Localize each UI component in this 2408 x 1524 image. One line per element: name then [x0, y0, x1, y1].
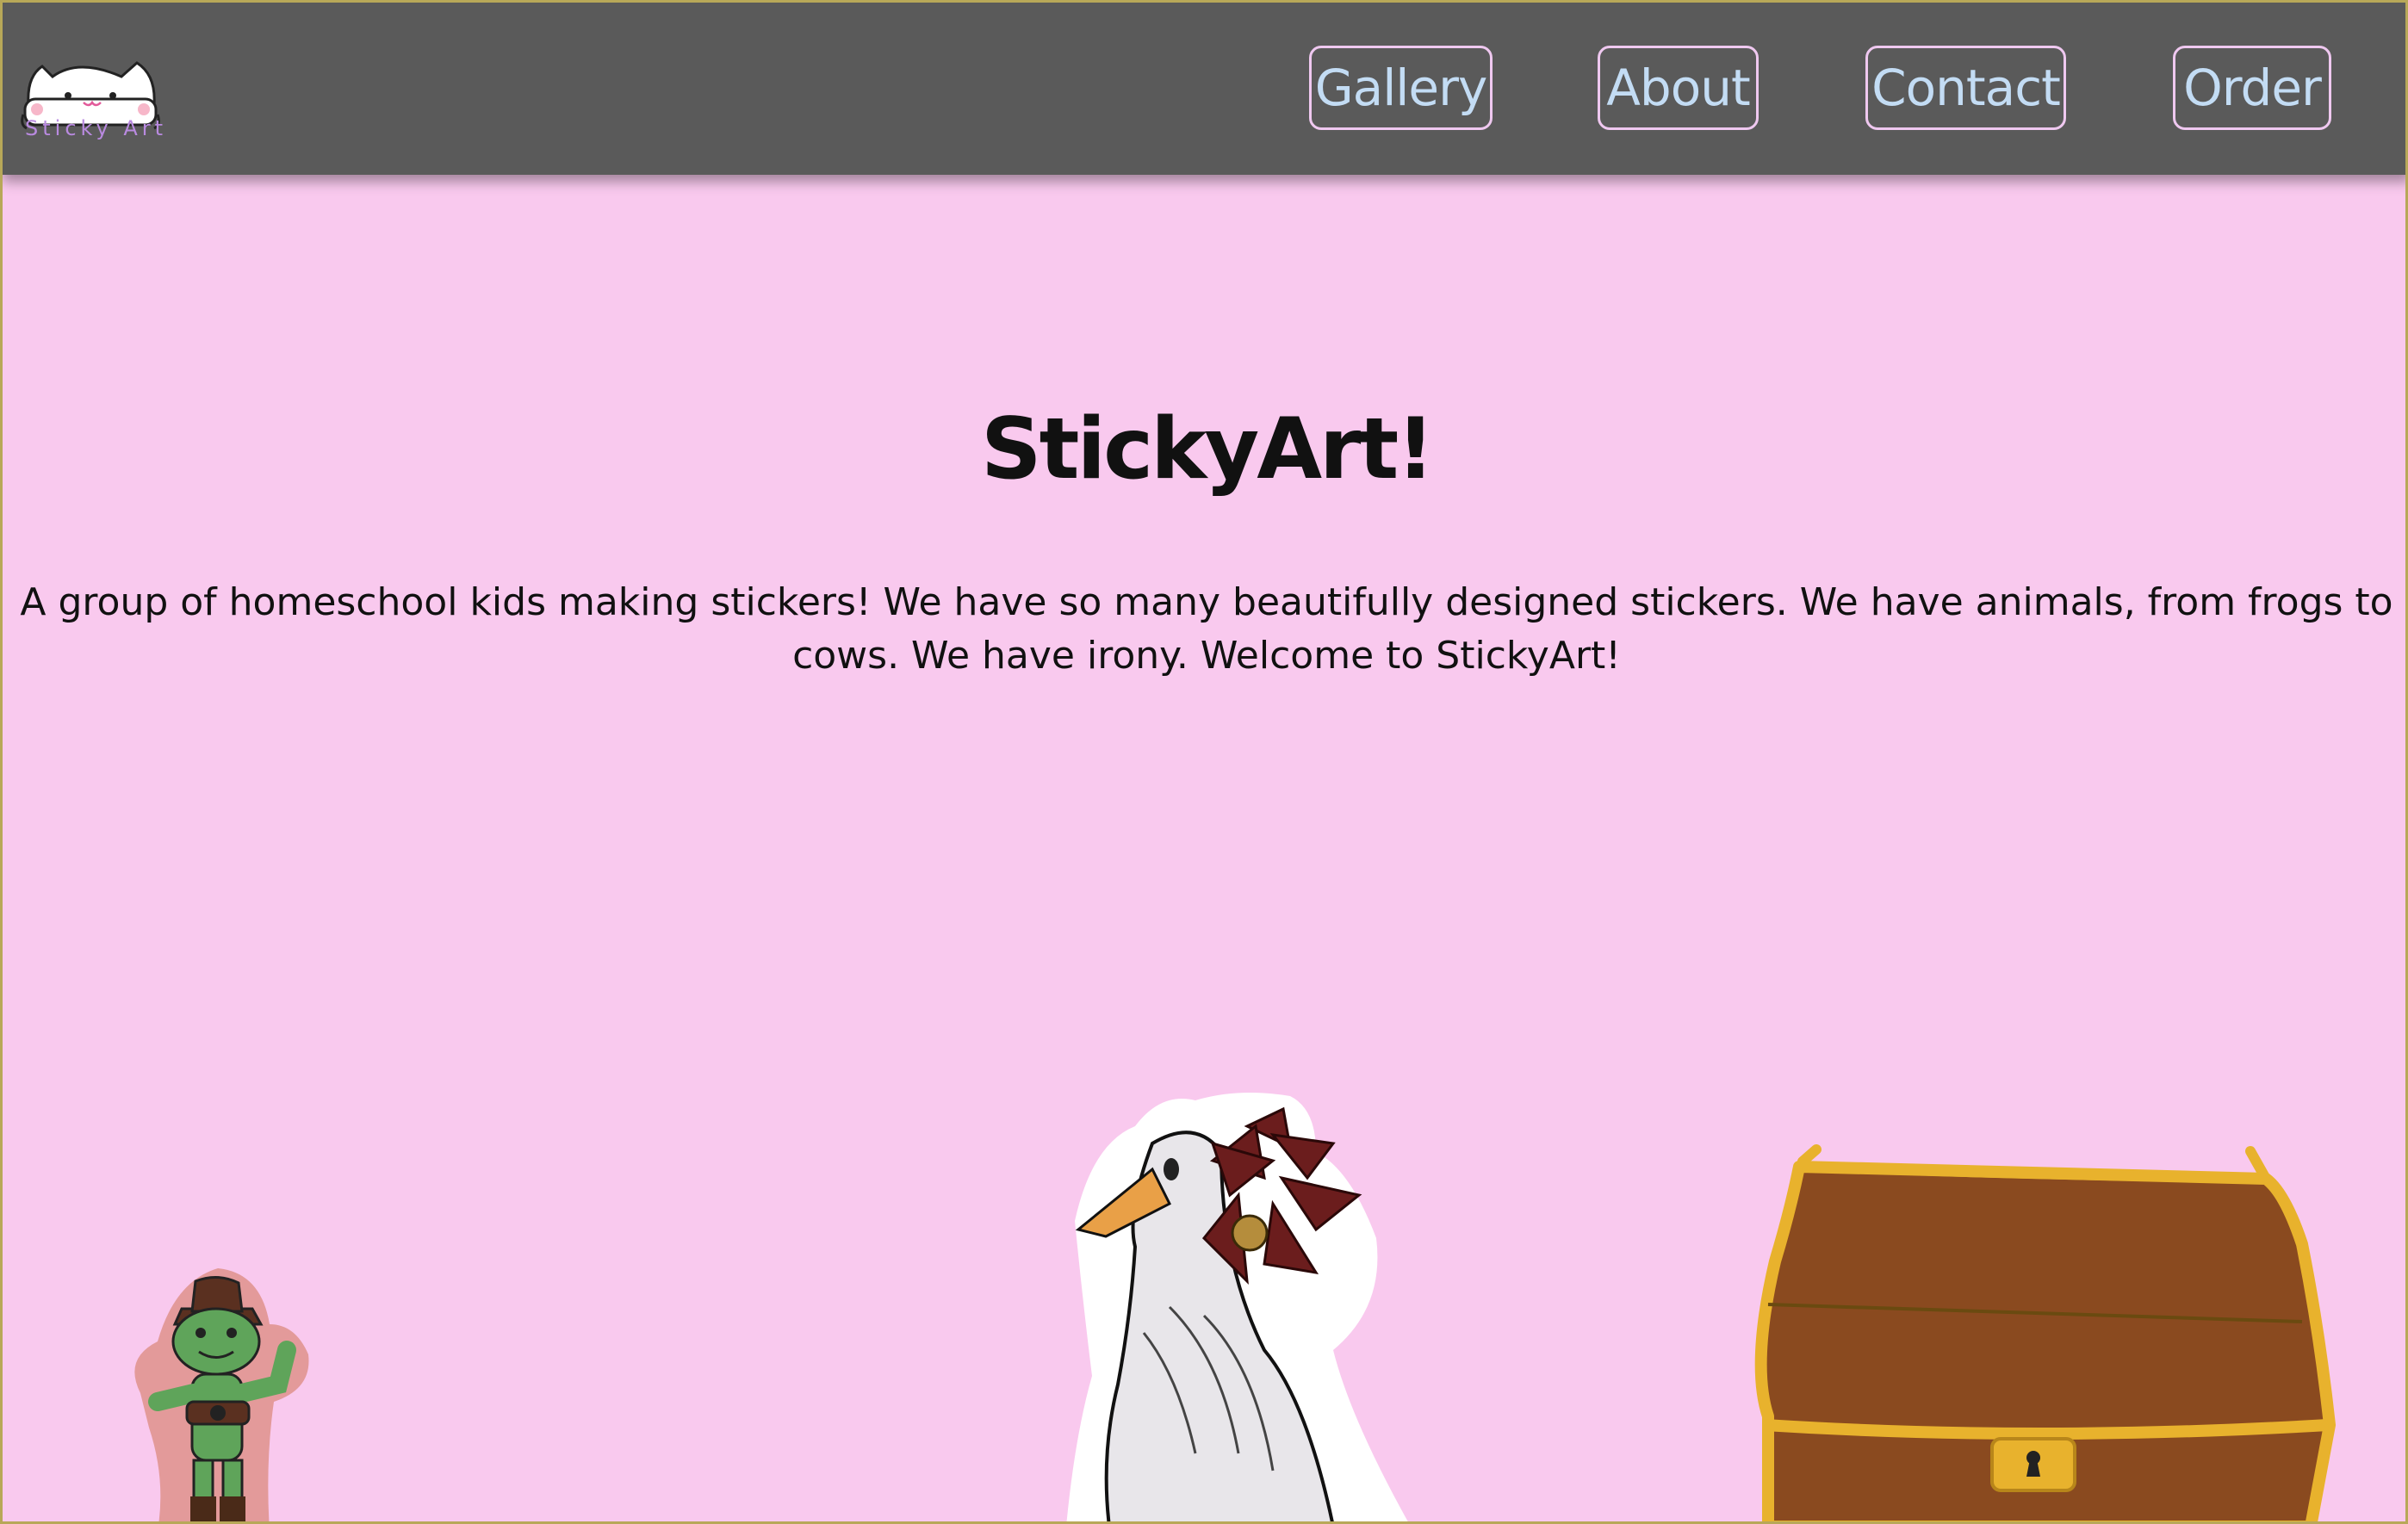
intro-text: A group of homeschool kids making sticke… [20, 580, 2393, 678]
nav-contact-button[interactable]: Contact [1865, 46, 2066, 130]
nav-order-button[interactable]: Order [2173, 46, 2331, 130]
navbar: Sticky Art Gallery About Contact Order [3, 3, 2405, 175]
page: Sticky Art Gallery About Contact Order S… [0, 0, 2408, 1524]
nav-gallery-button[interactable]: Gallery [1309, 46, 1493, 130]
nav-about-button[interactable]: About [1598, 46, 1759, 130]
page-title: StickyArt! [981, 400, 1435, 499]
treasure-chest-sticker [1754, 1144, 2336, 1521]
frog-cowboy-sticker [134, 1268, 309, 1521]
logo-text: Sticky Art [25, 116, 168, 140]
goose-with-flower-sticker [1066, 1093, 1408, 1521]
